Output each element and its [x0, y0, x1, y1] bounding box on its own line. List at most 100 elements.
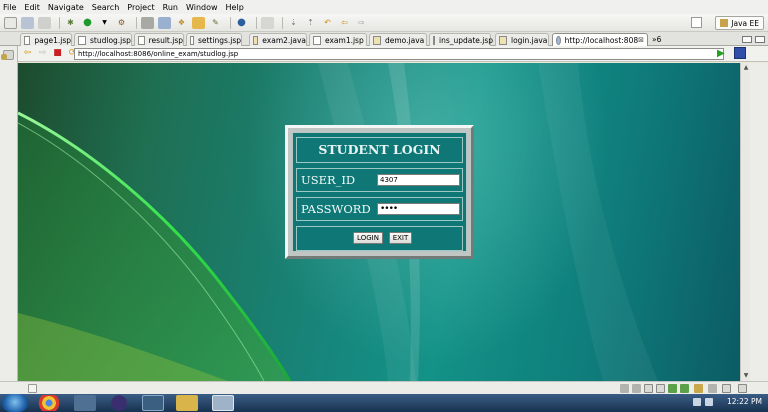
- file-icon: [24, 35, 31, 45]
- last-edit-icon[interactable]: ↶: [321, 17, 334, 29]
- folder-icon[interactable]: [176, 395, 198, 411]
- file-icon: [138, 35, 145, 45]
- url-field[interactable]: http://localhost:8086/online_exam/studlo…: [74, 48, 724, 60]
- vertical-scrollbar[interactable]: ▲ ▼: [740, 63, 750, 381]
- tab-overflow-indicator[interactable]: »6: [652, 35, 661, 44]
- login-title: STUDENT LOGIN: [296, 137, 463, 163]
- globe-icon: [556, 35, 561, 45]
- package-explorer-icon[interactable]: [1, 54, 7, 60]
- tab-browser-localhost[interactable]: http://localhost:808 ⊠: [552, 33, 648, 46]
- debug-icon[interactable]: ✱: [64, 17, 77, 29]
- app-icon[interactable]: [142, 395, 164, 411]
- task-icon[interactable]: [261, 16, 274, 29]
- toolbar-separator: [256, 16, 257, 29]
- open-type-icon[interactable]: ❖: [175, 17, 188, 29]
- login-button[interactable]: LOGIN: [353, 232, 383, 244]
- file-icon: [433, 35, 435, 45]
- password-input[interactable]: ••••: [377, 203, 460, 215]
- maximize-icon[interactable]: [755, 36, 765, 43]
- tab-studlog-jsp[interactable]: studlog.jsp: [74, 33, 132, 46]
- java-file-icon: [253, 35, 259, 45]
- status-icon-1[interactable]: [620, 384, 629, 393]
- user-id-row: USER_ID 4307: [296, 168, 463, 192]
- windows-taskbar: 12:22 PM: [0, 394, 768, 412]
- toolbar-separator: [136, 16, 137, 29]
- eclipse-icon[interactable]: [108, 395, 130, 411]
- status-icon-9[interactable]: [722, 384, 731, 393]
- file-icon: [190, 35, 194, 45]
- status-icon-10[interactable]: [738, 384, 747, 393]
- password-row: PASSWORD ••••: [296, 197, 463, 221]
- browser-menu-icon[interactable]: [734, 47, 746, 59]
- editor-tabs: page1.jsp studlog.jsp result.jsp setting…: [0, 32, 768, 46]
- browser-toolbar: ⇦ ⇨ ■ ⟳ http://localhost:8086/online_exa…: [18, 46, 768, 62]
- menu-file[interactable]: File: [3, 3, 16, 12]
- menu-project[interactable]: Project: [127, 3, 154, 12]
- status-icon-8[interactable]: [708, 384, 717, 393]
- perspective-switcher[interactable]: Java EE: [715, 16, 764, 30]
- tab-result-jsp[interactable]: result.jsp: [134, 33, 184, 46]
- window-icon[interactable]: [212, 395, 234, 411]
- status-icon-5[interactable]: [668, 384, 677, 393]
- pencil-icon[interactable]: ✎: [209, 17, 222, 29]
- menu-edit[interactable]: Edit: [24, 3, 40, 12]
- close-tab-icon[interactable]: ⊠: [638, 36, 644, 44]
- forward-icon[interactable]: ⇨: [355, 17, 368, 29]
- toolbar-separator: [59, 16, 60, 29]
- menu-window[interactable]: Window: [186, 3, 218, 12]
- print-icon[interactable]: [38, 16, 51, 29]
- password-label: PASSWORD: [301, 202, 371, 216]
- login-panel-inner: STUDENT LOGIN USER_ID 4307 PASSWORD ••••…: [292, 132, 467, 252]
- user-id-label: USER_ID: [301, 173, 356, 187]
- menu-search[interactable]: Search: [92, 3, 119, 12]
- menu-bar: File Edit Navigate Search Project Run Wi…: [0, 0, 768, 14]
- perspective-label: Java EE: [731, 18, 759, 28]
- menu-navigate[interactable]: Navigate: [48, 3, 84, 12]
- tab-exam2-java[interactable]: exam2.java: [249, 33, 307, 46]
- status-icon-4[interactable]: [656, 384, 665, 393]
- scroll-down-icon[interactable]: ▼: [742, 372, 750, 380]
- menu-run[interactable]: Run: [163, 3, 178, 12]
- status-icon-7[interactable]: [694, 384, 703, 393]
- back-icon[interactable]: ⇦: [338, 17, 351, 29]
- open-folder-icon[interactable]: [192, 16, 205, 29]
- tab-demo-java[interactable]: demo.java: [369, 33, 427, 46]
- chrome-icon[interactable]: [38, 395, 60, 411]
- scroll-up-icon[interactable]: ▲: [742, 64, 750, 72]
- start-button-icon[interactable]: [2, 394, 28, 412]
- menu-help[interactable]: Help: [226, 3, 244, 12]
- fast-view-icon[interactable]: [28, 384, 37, 393]
- volume-icon[interactable]: [705, 398, 713, 406]
- java-file-icon: [499, 35, 507, 45]
- status-icon-3[interactable]: [644, 384, 653, 393]
- go-icon[interactable]: ▶: [717, 48, 725, 60]
- clock[interactable]: 12:22 PM: [727, 397, 762, 406]
- stop-icon[interactable]: ■: [52, 48, 63, 59]
- tab-login-java[interactable]: login.java: [495, 33, 549, 46]
- tab-exam1-jsp[interactable]: exam1.jsp: [309, 33, 367, 46]
- tab-page1-jsp[interactable]: page1.jsp: [20, 33, 72, 46]
- external-tools-icon[interactable]: ⚙: [115, 17, 128, 29]
- forward-arrow-icon[interactable]: ⇨: [37, 48, 48, 59]
- open-perspective-icon[interactable]: [691, 17, 702, 28]
- status-icon-2[interactable]: [632, 384, 641, 393]
- user-id-input[interactable]: 4307: [377, 174, 460, 186]
- run-dropdown-icon[interactable]: ▼: [98, 17, 111, 29]
- media-player-icon[interactable]: [74, 395, 96, 411]
- globe-icon[interactable]: ●: [235, 17, 248, 29]
- status-icon-6[interactable]: [680, 384, 689, 393]
- prev-annotation-icon[interactable]: ⇡: [304, 17, 317, 29]
- tab-settings-jsp[interactable]: settings.jsp: [186, 33, 242, 46]
- minimize-icon[interactable]: [742, 36, 752, 43]
- next-annotation-icon[interactable]: ⇣: [287, 17, 300, 29]
- network-icon[interactable]: [693, 398, 701, 406]
- back-arrow-icon[interactable]: ⇦: [22, 48, 33, 59]
- server-icon[interactable]: [141, 16, 154, 29]
- run-icon[interactable]: ●: [81, 17, 94, 29]
- tab-ins-update-jsp[interactable]: ins_update.jsp: [429, 33, 493, 46]
- save-icon[interactable]: [21, 16, 34, 29]
- new-file-icon[interactable]: [4, 16, 17, 29]
- exit-button[interactable]: EXIT: [389, 232, 412, 244]
- new-class-icon[interactable]: [158, 16, 171, 29]
- main-toolbar: ✱ ● ▼ ⚙ ❖ ✎ ● ⇣ ⇡ ↶ ⇦ ⇨ Java EE: [0, 14, 768, 32]
